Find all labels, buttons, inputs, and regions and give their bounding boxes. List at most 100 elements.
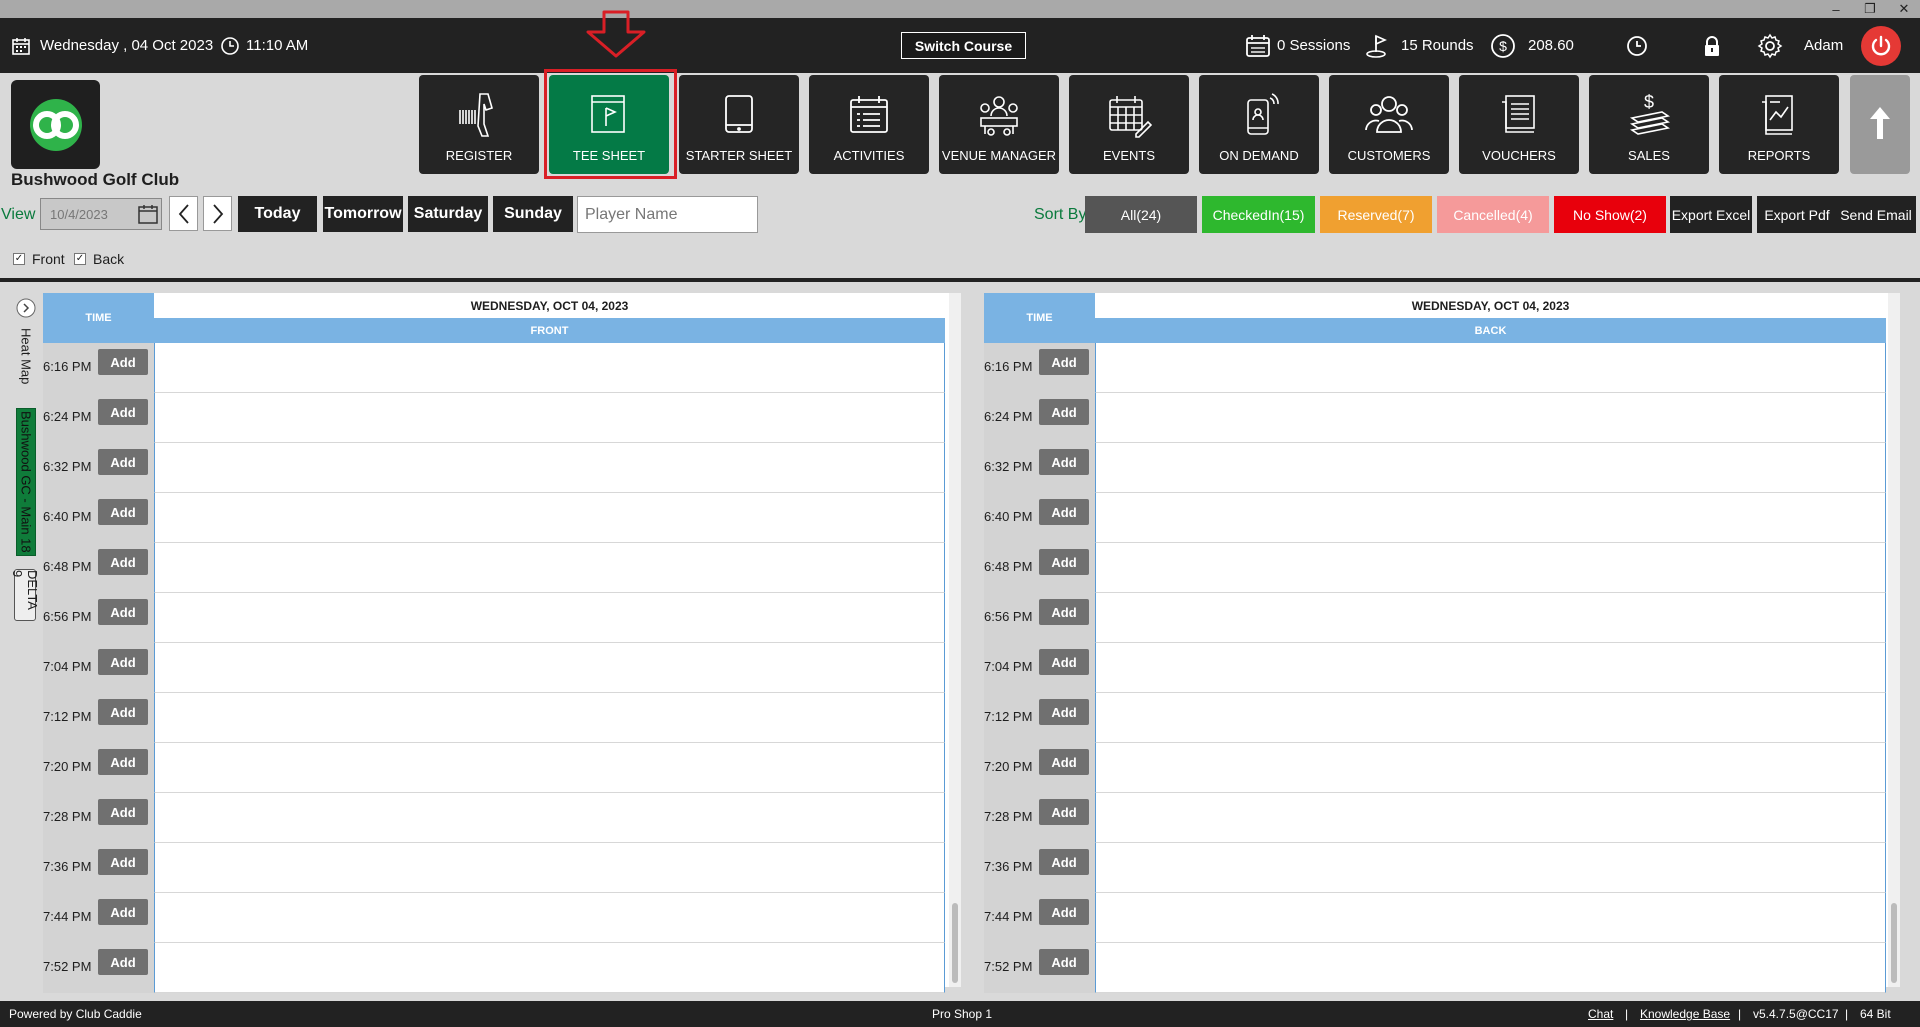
tee-time-slot[interactable] — [154, 693, 945, 743]
scroll-thumb[interactable] — [1891, 903, 1897, 983]
add-booking-button[interactable]: Add — [98, 349, 148, 375]
nav-sales[interactable]: $ SALES — [1589, 75, 1709, 174]
front-checkbox[interactable]: ✓ Front — [13, 251, 65, 267]
add-booking-button[interactable]: Add — [98, 799, 148, 825]
back-scrollbar[interactable] — [1888, 293, 1900, 987]
heat-map-tab[interactable]: Heat Map — [16, 326, 36, 386]
tee-time-slot[interactable] — [154, 593, 945, 643]
add-booking-button[interactable]: Add — [1039, 599, 1089, 625]
tee-time-slot[interactable] — [1095, 443, 1886, 493]
course-tab-delta-9[interactable]: DELTA 9 — [10, 569, 40, 621]
tee-time-slot[interactable] — [1095, 393, 1886, 443]
calendar-picker-icon[interactable] — [137, 203, 159, 225]
restore-button[interactable]: ❐ — [1856, 0, 1884, 18]
tee-time-slot[interactable] — [1095, 593, 1886, 643]
nav-starter-sheet[interactable]: STARTER SHEET — [679, 75, 799, 174]
nav-customers[interactable]: CUSTOMERS — [1329, 75, 1449, 174]
sessions-indicator[interactable]: 0 Sessions — [1245, 18, 1350, 73]
export-excel-button[interactable]: Export Excel — [1670, 196, 1752, 233]
filter-cancelled-button[interactable]: Cancelled(4) — [1437, 196, 1549, 233]
scroll-thumb[interactable] — [952, 903, 958, 983]
add-booking-button[interactable]: Add — [98, 449, 148, 475]
add-booking-button[interactable]: Add — [1039, 399, 1089, 425]
date-picker[interactable]: 10/4/2023 — [40, 198, 162, 230]
add-booking-button[interactable]: Add — [98, 649, 148, 675]
expand-chevron-icon[interactable] — [16, 298, 36, 318]
sunday-button[interactable]: Sunday — [493, 196, 573, 232]
history-button[interactable] — [1626, 18, 1648, 73]
tee-time-slot[interactable] — [1095, 843, 1886, 893]
add-booking-button[interactable]: Add — [1039, 649, 1089, 675]
tee-time-slot[interactable] — [1095, 943, 1886, 993]
nav-venue-manager[interactable]: VENUE MANAGER — [939, 75, 1059, 174]
add-booking-button[interactable]: Add — [98, 749, 148, 775]
nav-events[interactable]: EVENTS — [1069, 75, 1189, 174]
power-button[interactable] — [1861, 26, 1901, 66]
minimize-button[interactable]: – — [1822, 0, 1850, 18]
filter-reserved-button[interactable]: Reserved(7) — [1320, 196, 1432, 233]
prev-day-button[interactable] — [169, 196, 198, 231]
knowledge-base-link[interactable]: Knowledge Base — [1640, 1007, 1730, 1021]
tee-time-slot[interactable] — [1095, 543, 1886, 593]
add-booking-button[interactable]: Add — [98, 549, 148, 575]
tee-time-slot[interactable] — [1095, 693, 1886, 743]
nav-register[interactable]: REGISTER — [419, 75, 539, 174]
nav-on-demand[interactable]: ON DEMAND — [1199, 75, 1319, 174]
tomorrow-button[interactable]: Tomorrow — [323, 196, 403, 232]
today-button[interactable]: Today — [238, 196, 317, 232]
tee-time-slot[interactable] — [154, 893, 945, 943]
add-booking-button[interactable]: Add — [98, 699, 148, 725]
tee-time-slot[interactable] — [154, 443, 945, 493]
tee-time-slot[interactable] — [154, 393, 945, 443]
player-name-input[interactable]: Player Name — [577, 196, 758, 233]
add-booking-button[interactable]: Add — [1039, 699, 1089, 725]
chat-link[interactable]: Chat — [1588, 1007, 1613, 1021]
front-checkbox-box[interactable]: ✓ — [13, 253, 25, 265]
export-pdf-button[interactable]: Export Pdf — [1757, 196, 1837, 233]
add-booking-button[interactable]: Add — [1039, 349, 1089, 375]
tee-time-slot[interactable] — [1095, 793, 1886, 843]
add-booking-button[interactable]: Add — [98, 599, 148, 625]
user-name[interactable]: Adam — [1804, 18, 1843, 73]
tee-time-slot[interactable] — [154, 793, 945, 843]
settings-button[interactable] — [1757, 18, 1783, 73]
tee-time-slot[interactable] — [1095, 343, 1886, 393]
filter-noshow-button[interactable]: No Show(2) — [1554, 196, 1666, 233]
tee-time-slot[interactable] — [154, 343, 945, 393]
switch-course-button[interactable]: Switch Course — [901, 32, 1026, 59]
tee-time-slot[interactable] — [1095, 893, 1886, 943]
add-booking-button[interactable]: Add — [98, 849, 148, 875]
scroll-top-button[interactable] — [1850, 75, 1910, 174]
tee-time-slot[interactable] — [1095, 643, 1886, 693]
next-day-button[interactable] — [203, 196, 232, 231]
nav-reports[interactable]: REPORTS — [1719, 75, 1839, 174]
tee-time-slot[interactable] — [1095, 493, 1886, 543]
rounds-indicator[interactable]: 15 Rounds — [1365, 18, 1474, 73]
add-booking-button[interactable]: Add — [1039, 749, 1089, 775]
tee-time-slot[interactable] — [154, 643, 945, 693]
tee-time-slot[interactable] — [154, 843, 945, 893]
add-booking-button[interactable]: Add — [98, 399, 148, 425]
add-booking-button[interactable]: Add — [1039, 949, 1089, 975]
close-window-button[interactable]: ✕ — [1890, 0, 1918, 18]
send-email-button[interactable]: Send Email — [1836, 196, 1916, 233]
add-booking-button[interactable]: Add — [1039, 799, 1089, 825]
tee-time-slot[interactable] — [154, 943, 945, 993]
add-booking-button[interactable]: Add — [1039, 549, 1089, 575]
add-booking-button[interactable]: Add — [98, 499, 148, 525]
saturday-button[interactable]: Saturday — [408, 196, 488, 232]
nav-activities[interactable]: ACTIVITIES — [809, 75, 929, 174]
add-booking-button[interactable]: Add — [98, 949, 148, 975]
add-booking-button[interactable]: Add — [1039, 499, 1089, 525]
filter-all-button[interactable]: All(24) — [1085, 196, 1197, 233]
add-booking-button[interactable]: Add — [1039, 449, 1089, 475]
tee-time-slot[interactable] — [1095, 743, 1886, 793]
tee-time-slot[interactable] — [154, 743, 945, 793]
tee-time-slot[interactable] — [154, 493, 945, 543]
add-booking-button[interactable]: Add — [1039, 899, 1089, 925]
add-booking-button[interactable]: Add — [1039, 849, 1089, 875]
back-checkbox-box[interactable]: ✓ — [74, 253, 86, 265]
nav-vouchers[interactable]: VOUCHERS — [1459, 75, 1579, 174]
balance-indicator[interactable]: $ 208.60 — [1490, 18, 1574, 73]
lock-button[interactable] — [1702, 18, 1722, 73]
